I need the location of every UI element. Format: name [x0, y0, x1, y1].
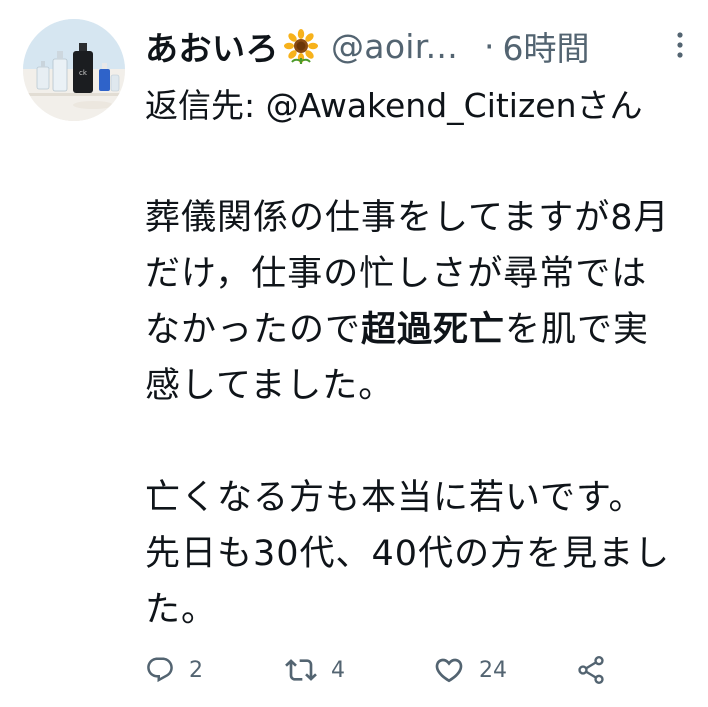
tweet-text: 葬儀関係の仕事をしてますが8月だけ，仕事の忙しさが尋常ではなかったので超過死亡を… [145, 190, 675, 638]
display-name[interactable]: あおいろ [145, 22, 279, 70]
tweet-timestamp[interactable]: 6時間 [503, 22, 590, 70]
retweet-button[interactable]: 4 [285, 650, 345, 690]
tweet-header: あおいろ @aoir... · 6時間 [145, 16, 690, 76]
reply-count: 2 [189, 657, 203, 683]
retweet-icon [285, 659, 317, 681]
header-separator: · [484, 26, 495, 66]
tweet-text-part2: を肌で実感してました。 亡くなる方も本当に若いです。先日も30代、40代の方を見… [145, 310, 671, 630]
share-icon [578, 656, 604, 684]
reply-icon [147, 657, 173, 683]
reply-to-line: 返信先: @Awakend_Citizenさん [145, 78, 690, 133]
retweet-count: 4 [331, 657, 345, 683]
avatar[interactable]: ck [23, 19, 125, 121]
sunflower-emoji-icon [283, 28, 319, 64]
svg-text:ck: ck [79, 69, 88, 77]
tweet[interactable]: ck あおいろ @aoir... · 6時間 返信先: @Awakend_Cit… [0, 0, 708, 707]
like-button[interactable]: 24 [433, 650, 507, 690]
user-handle[interactable]: @aoir... [331, 27, 458, 66]
more-vertical-icon[interactable] [672, 30, 688, 60]
share-button[interactable] [575, 650, 607, 690]
reply-button[interactable]: 2 [145, 650, 203, 690]
tweet-actions: 2 4 24 [145, 650, 690, 690]
reply-to-label: 返信先: [145, 86, 266, 125]
heart-icon [435, 658, 463, 683]
reply-mention-link[interactable]: @Awakend_Citizenさん [266, 86, 643, 125]
perfume-bottles-photo: ck [23, 19, 125, 121]
tweet-text-bold: 超過死亡 [361, 310, 506, 350]
like-count: 24 [479, 657, 507, 683]
